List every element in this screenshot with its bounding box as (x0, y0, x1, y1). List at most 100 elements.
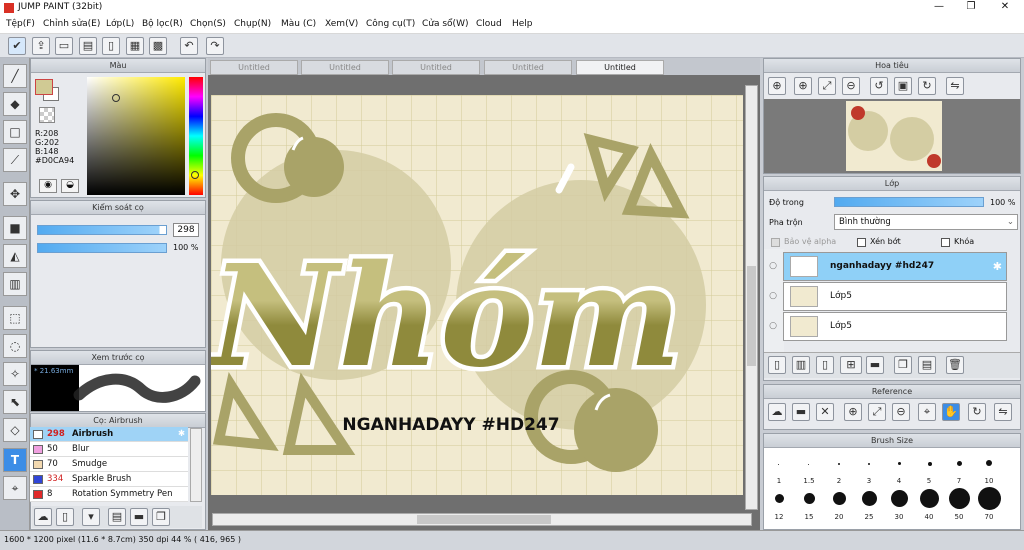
cloud-download-icon[interactable]: ☁ (34, 508, 52, 526)
minimize-icon[interactable]: — (924, 1, 954, 15)
current-color-swatch[interactable] (35, 79, 53, 95)
tab-untitled-1[interactable]: Untitled (210, 60, 298, 75)
zoom-in-alt-icon[interactable]: ⊕ (794, 77, 812, 95)
tab-untitled-4[interactable]: Untitled (484, 60, 572, 75)
palette-icon[interactable]: ◉ (39, 179, 57, 193)
size-dot-70[interactable] (978, 487, 1001, 510)
reference-rotate-icon[interactable]: ↻ (968, 403, 986, 421)
layer-opacity-slider[interactable] (834, 197, 984, 207)
eraser-tool-icon[interactable]: ◆ (3, 92, 27, 116)
zoom-out-icon[interactable]: ⊖ (842, 77, 860, 95)
select-pen-tool-icon[interactable]: ⬉ (3, 390, 27, 414)
undo-icon[interactable]: ↶ (180, 37, 198, 55)
size-dot-4[interactable] (898, 462, 901, 465)
brush-item-airbrush[interactable]: 298 Airbrush ✱ (30, 427, 188, 442)
text-tool-icon[interactable]: T (3, 448, 27, 472)
trash-icon[interactable]: 🗑 (946, 356, 964, 374)
lock-checkbox[interactable] (941, 238, 950, 247)
upload-icon[interactable]: ⇪ (32, 37, 50, 55)
close-icon[interactable]: ✕ (990, 1, 1020, 15)
brush-list-scrollbar[interactable] (190, 428, 202, 502)
move-tool-icon[interactable]: ✥ (3, 182, 27, 206)
size-dot-15[interactable] (804, 493, 815, 504)
brush-settings-icon[interactable]: ▤ (108, 508, 126, 526)
artwork-canvas[interactable]: Nhóm NGANHADAYY #HD247 (211, 95, 743, 495)
menu-tools[interactable]: Công cụ(T) (366, 19, 415, 29)
brush-size-slider[interactable] (37, 225, 167, 235)
color-cursor[interactable] (112, 94, 120, 102)
size-dot-10[interactable] (986, 460, 992, 466)
redo-icon[interactable]: ↷ (206, 37, 224, 55)
size-dot-50[interactable] (949, 488, 970, 509)
add-layer-menu-icon[interactable]: ⊞ (840, 356, 862, 374)
fit-view-icon[interactable]: ⤢ (818, 77, 836, 95)
size-dot-2[interactable] (838, 463, 840, 465)
gear-icon[interactable]: ✱ (178, 427, 185, 441)
new-layer-icon[interactable]: ▯ (768, 356, 786, 374)
bucket-tool-icon[interactable]: ◭ (3, 244, 27, 268)
new-halftone-layer-icon[interactable]: ▥ (792, 356, 810, 374)
lasso-tool-icon[interactable]: ◌ (3, 334, 27, 358)
eye-icon[interactable]: ○ (766, 321, 780, 335)
menu-cloud[interactable]: Cloud (476, 19, 502, 29)
duplicate-layer-icon[interactable]: ❐ (894, 356, 912, 374)
reset-view-icon[interactable]: ▣ (894, 77, 912, 95)
document-icon[interactable]: ▯ (102, 37, 120, 55)
saturation-value-picker[interactable] (87, 77, 185, 195)
select-eraser-tool-icon[interactable]: ◇ (3, 418, 27, 442)
reference-zoom-out-icon[interactable]: ⊖ (892, 403, 910, 421)
horizontal-scrollbar[interactable] (212, 513, 752, 526)
gear-icon[interactable]: ✱ (993, 260, 1002, 273)
menu-layer[interactable]: Lớp(L) (106, 19, 134, 29)
reference-zoom-in-icon[interactable]: ⊕ (844, 403, 862, 421)
size-dot-40[interactable] (920, 489, 939, 508)
brush-opacity-slider[interactable] (37, 243, 167, 253)
magic-wand-tool-icon[interactable]: ✧ (3, 362, 27, 386)
vertical-scrollbar[interactable] (745, 85, 758, 510)
rotate-right-icon[interactable]: ↻ (918, 77, 936, 95)
transparent-swatch[interactable] (39, 107, 55, 123)
menu-color[interactable]: Màu (C) (281, 19, 316, 29)
size-dot-3[interactable] (868, 463, 870, 465)
horizontal-scroll-thumb[interactable] (417, 515, 551, 524)
hue-cursor[interactable] (191, 171, 199, 179)
check-icon[interactable]: ✔ (8, 37, 26, 55)
hand-icon[interactable]: ✋ (942, 403, 960, 421)
tab-untitled-5[interactable]: Untitled (576, 60, 664, 75)
blend-mode-select[interactable]: Bình thường ⌄ (834, 214, 1018, 230)
navigator-view[interactable] (764, 99, 1020, 173)
comment-icon[interactable]: ▭ (55, 37, 73, 55)
rotate-left-icon[interactable]: ↺ (870, 77, 888, 95)
navigator-thumbnail[interactable] (846, 101, 942, 171)
new-8bit-layer-icon[interactable]: ▯ (816, 356, 834, 374)
zoom-in-icon[interactable]: ⊕ (768, 77, 786, 95)
gradient-tool-icon[interactable]: ▥ (3, 272, 27, 296)
menu-filter[interactable]: Bộ lọc(R) (142, 19, 183, 29)
layer-row-lop5-b[interactable]: ○ Lớp5 (769, 312, 1007, 341)
clipping-checkbox[interactable] (857, 238, 866, 247)
size-dot-1[interactable] (778, 464, 779, 465)
page-icon[interactable]: ▦ (126, 37, 144, 55)
reference-flip-icon[interactable]: ⇋ (994, 403, 1012, 421)
menu-file[interactable]: Tệp(F) (6, 19, 35, 29)
eye-icon[interactable]: ○ (766, 261, 780, 275)
select-rect-tool-icon[interactable]: ⬚ (3, 306, 27, 330)
menu-edit[interactable]: Chỉnh sửa(E) (43, 19, 100, 29)
layer-row-lop5-a[interactable]: ○ Lớp5 (769, 282, 1007, 311)
color-set-icon[interactable]: ◒ (61, 179, 79, 193)
size-dot-1-5[interactable] (808, 464, 809, 465)
brush-type-icon[interactable]: ▾ (82, 508, 100, 526)
protect-alpha-checkbox[interactable] (771, 238, 780, 247)
fill-rect-tool-icon[interactable]: ■ (3, 216, 27, 240)
size-dot-20[interactable] (833, 492, 846, 505)
tab-untitled-2[interactable]: Untitled (301, 60, 389, 75)
copy-brush-icon[interactable]: ❐ (152, 508, 170, 526)
brush-item-rotation-symmetry[interactable]: 8 Rotation Symmetry Pen (30, 487, 188, 502)
brush-size-value[interactable]: 298 (173, 223, 199, 237)
line-tool-icon[interactable]: ⟋ (3, 148, 27, 172)
reference-fit-icon[interactable]: ⤢ (868, 403, 886, 421)
menu-view[interactable]: Xem(V) (325, 19, 358, 29)
layer-folder-icon[interactable]: ▬ (866, 356, 884, 374)
brush-tool-icon[interactable]: ╱ (3, 64, 27, 88)
eyedropper-tool-icon[interactable]: ⌖ (3, 476, 27, 500)
